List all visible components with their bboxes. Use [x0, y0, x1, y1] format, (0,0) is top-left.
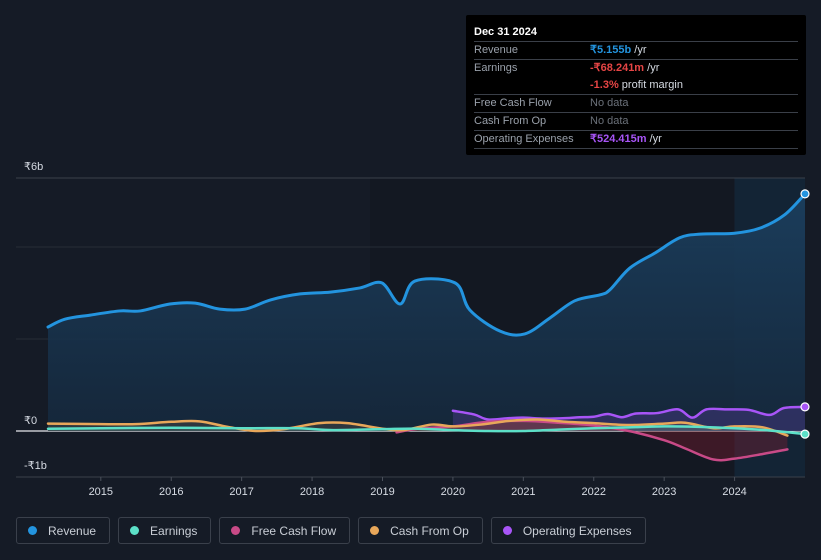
y-tick-label: ₹6b — [24, 161, 43, 173]
tooltip-value: No data — [590, 115, 629, 127]
tooltip-label: Cash From Op — [474, 115, 547, 127]
tooltip-value: No data — [590, 97, 629, 109]
free-cash-flow-dot-icon — [231, 526, 241, 535]
tooltip: Dec 31 2024 Revenue ₹5.155b /yr Earnings… — [466, 15, 806, 155]
legend-item-revenue[interactable]: Revenue — [16, 517, 111, 544]
tooltip-label: Operating Expenses — [474, 133, 574, 145]
tooltip-value: -1.3% — [590, 79, 619, 91]
legend-item-cash-from-op[interactable]: Cash From Op — [358, 517, 483, 544]
tooltip-label: Revenue — [474, 44, 519, 56]
legend-label: Revenue — [48, 523, 97, 538]
tooltip-date: Dec 31 2024 — [474, 23, 798, 42]
tooltip-label: Earnings — [474, 62, 518, 74]
tooltip-row-earnings: Earnings -₹68.241m /yr — [474, 60, 798, 77]
legend-item-earnings[interactable]: Earnings — [118, 517, 212, 544]
x-tick-label: 2021 — [511, 486, 535, 498]
tooltip-suffix: /yr — [646, 133, 662, 145]
legend-item-free-cash-flow[interactable]: Free Cash Flow — [219, 517, 351, 544]
operating-expenses-dot-icon — [502, 526, 512, 535]
revenue-dot-icon — [28, 526, 37, 535]
tooltip-suffix: /yr — [644, 62, 660, 74]
cash-from-op-dot-icon — [370, 526, 380, 535]
tooltip-label — [474, 77, 590, 94]
legend-label: Free Cash Flow — [251, 523, 337, 538]
x-tick-label: 2023 — [652, 486, 676, 498]
legend-item-operating-expenses[interactable]: Operating Expenses — [490, 517, 646, 544]
x-tick-label: 2017 — [229, 486, 253, 498]
x-tick-label: 2019 — [370, 486, 394, 498]
revenue-end-marker — [800, 189, 810, 199]
tooltip-row-profit-margin: -1.3% profit margin — [474, 77, 798, 95]
earnings-dot-icon — [130, 526, 140, 535]
legend: Revenue Earnings Free Cash Flow Cash Fro… — [16, 517, 646, 544]
x-tick-label: 2020 — [441, 486, 465, 498]
tooltip-value: ₹5.155b — [590, 44, 632, 56]
x-tick-label: 2018 — [300, 486, 324, 498]
tooltip-row-cash-from-op: Cash From Op No data — [474, 113, 798, 131]
y-tick-label: -₹1b — [24, 460, 47, 472]
tooltip-row-revenue: Revenue ₹5.155b /yr — [474, 42, 798, 60]
x-tick-label: 2024 — [722, 486, 746, 498]
y-tick-label: ₹0 — [24, 415, 37, 427]
tooltip-value: -₹68.241m — [590, 62, 645, 74]
x-tick-label: 2015 — [89, 486, 113, 498]
tooltip-value: ₹524.415m — [590, 133, 647, 145]
tooltip-label: Free Cash Flow — [474, 97, 552, 109]
x-tick-label: 2022 — [582, 486, 606, 498]
x-tick-label: 2016 — [159, 486, 183, 498]
legend-label: Cash From Op — [390, 523, 469, 538]
tooltip-suffix: /yr — [631, 44, 647, 56]
legend-label: Earnings — [150, 523, 198, 538]
legend-label: Operating Expenses — [522, 523, 632, 538]
operating-expenses-end-marker — [800, 402, 810, 412]
tooltip-row-free-cash-flow: Free Cash Flow No data — [474, 95, 798, 113]
earnings-end-marker — [800, 429, 810, 439]
tooltip-suffix: profit margin — [618, 79, 683, 91]
tooltip-row-operating-expenses: Operating Expenses ₹524.415m /yr — [474, 131, 798, 149]
